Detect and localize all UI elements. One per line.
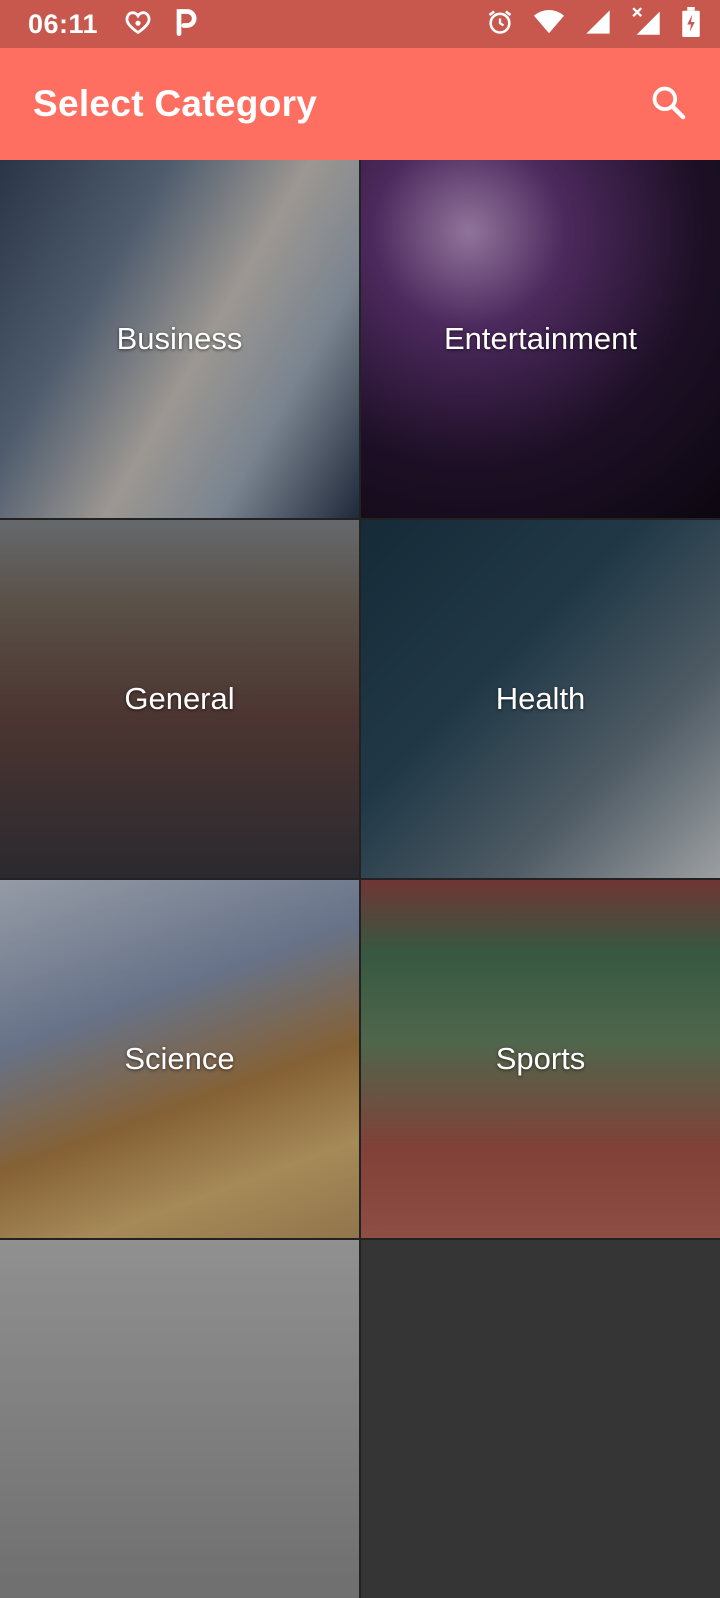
category-label: Entertainment (444, 321, 637, 356)
category-tile-health[interactable]: Health (361, 520, 720, 878)
battery-charging-icon (682, 6, 700, 42)
category-tile-general[interactable]: General (0, 520, 359, 878)
category-label: Health (495, 681, 586, 716)
category-tile-sports[interactable]: Sports (361, 880, 720, 1238)
heart-app-icon (124, 8, 152, 41)
signal-no-data-icon (632, 6, 662, 42)
category-image (361, 1240, 720, 1598)
category-tile-business[interactable]: Business (0, 160, 359, 518)
category-label: General (124, 681, 235, 716)
category-tile-entertainment[interactable]: Entertainment (361, 160, 720, 518)
alarm-icon (486, 8, 514, 41)
status-bar: 06:11 (0, 0, 720, 48)
status-left-icons (124, 8, 198, 41)
p-app-icon (174, 8, 198, 41)
category-tile-partial-right[interactable] (361, 1240, 720, 1598)
status-time: 06:11 (28, 8, 99, 39)
app-bar: Select Category (0, 48, 720, 160)
status-right-icons (486, 6, 700, 42)
category-label: Science (124, 1041, 235, 1076)
category-tile-science[interactable]: Science (0, 880, 359, 1238)
signal-icon (584, 8, 612, 41)
category-label: Business (116, 321, 243, 356)
page-title: Select Category (33, 83, 318, 124)
search-icon (649, 83, 687, 126)
category-tile-partial-left[interactable] (0, 1240, 359, 1598)
search-button[interactable] (644, 80, 692, 128)
category-image (0, 1240, 359, 1598)
category-grid: Business Entertainment General Health Sc… (0, 160, 720, 1598)
category-label: Sports (495, 1041, 586, 1076)
wifi-icon (534, 9, 564, 40)
